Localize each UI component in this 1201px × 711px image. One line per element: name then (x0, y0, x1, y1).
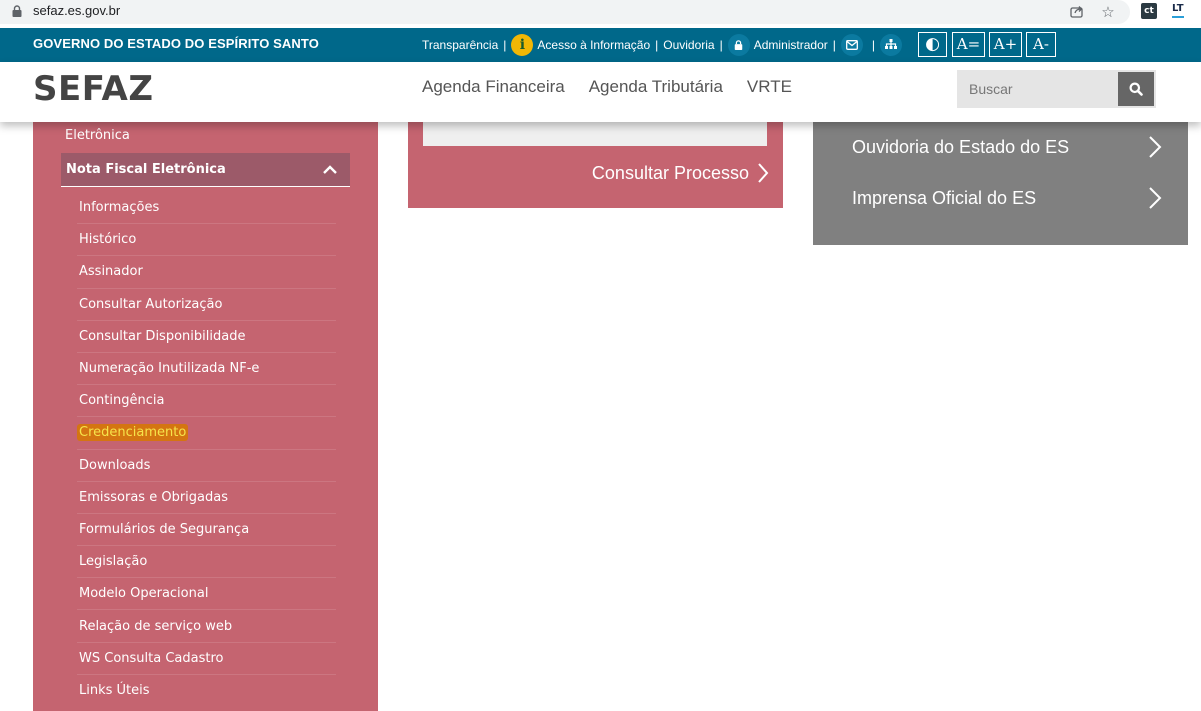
bookmark-star-icon[interactable]: ☆ (1099, 3, 1117, 21)
government-title: GOVERNO DO ESTADO DO ESPÍRITO SANTO (33, 36, 319, 51)
link-label: Ouvidoria do Estado do ES (852, 136, 1070, 157)
separator: | (503, 38, 507, 52)
sidebar-item-relacao-servico-web[interactable]: Relação de serviço web (77, 610, 336, 643)
nav-vrte[interactable]: VRTE (747, 77, 792, 97)
extension-lt-icon[interactable]: LT (1172, 2, 1184, 18)
extension-ct-icon[interactable]: ct (1141, 3, 1157, 19)
consultar-processo-label: Consultar Processo (591, 162, 749, 183)
sidebar-item-label: Legislação (79, 554, 148, 570)
chevron-up-icon[interactable] (322, 163, 338, 175)
sitemap-icon[interactable] (880, 34, 903, 56)
sidebar-item-label: Downloads (79, 457, 151, 473)
sidebar-item-informacoes[interactable]: Informações (77, 192, 336, 225)
sidebar-item-historico[interactable]: Histórico (77, 224, 336, 257)
font-reset-button[interactable]: A= (952, 32, 985, 57)
link-acesso-informacao[interactable]: Acesso à Informação (537, 38, 650, 52)
nav-agenda-financeira[interactable]: Agenda Financeira (422, 77, 565, 97)
site-logo[interactable]: SEFAZ (33, 69, 154, 109)
sidebar-item-credenciamento[interactable]: Credenciamento (77, 417, 336, 450)
sidebar-item-label: Emissoras e Obrigadas (79, 489, 228, 505)
sidebar-item-label: WS Consulta Cadastro (79, 650, 224, 666)
sidebar-item-emissoras-obrigadas[interactable]: Emissoras e Obrigadas (77, 482, 336, 514)
sidebar-items: Informações Histórico Assinador Consulta… (77, 192, 336, 707)
sidebar-item-label: Assinador (79, 264, 143, 280)
sidebar-menu: Eletrônica Nota Fiscal Eletrônica Inform… (33, 122, 378, 711)
chevron-right-icon (1149, 187, 1162, 209)
separator: | (832, 38, 836, 52)
search-icon (1129, 82, 1143, 96)
font-increase-button[interactable]: A+ (989, 32, 1022, 57)
link-imprensa-oficial[interactable]: Imprensa Oficial do ES (852, 186, 1162, 210)
process-number-input[interactable] (423, 122, 767, 146)
sidebar-item-label: Consultar Autorização (79, 296, 223, 312)
sidebar-item-contingencia[interactable]: Contingência (77, 385, 336, 418)
sidebar-item-modelo-operacional[interactable]: Modelo Operacional (77, 578, 336, 611)
sidebar-item-label: Histórico (79, 232, 137, 248)
consultar-processo-link[interactable]: Consultar Processo (592, 162, 769, 184)
site-header: SEFAZ Agenda Financeira Agenda Tributári… (0, 62, 1201, 122)
sidebar-item-label: Informações (79, 200, 160, 216)
share-icon[interactable] (1068, 3, 1086, 21)
contrast-button[interactable]: ◐ (918, 32, 947, 57)
sidebar-item-legislacao[interactable]: Legislação (77, 546, 336, 579)
sidebar-item-label: Formulários de Segurança (79, 521, 250, 537)
sidebar-parent-item[interactable]: Eletrônica (65, 128, 130, 143)
separator: | (871, 38, 876, 52)
sidebar-section-nfe[interactable]: Nota Fiscal Eletrônica (61, 153, 350, 187)
link-ouvidoria[interactable]: Ouvidoria (663, 38, 714, 52)
main-nav: Agenda Financeira Agenda Tributária VRTE (422, 77, 792, 97)
sidebar-item-ws-consulta-cadastro[interactable]: WS Consulta Cadastro (77, 643, 336, 675)
sidebar-item-links-uteis[interactable]: Links Úteis (77, 675, 336, 707)
chevron-right-icon (758, 163, 769, 183)
nav-agenda-tributaria[interactable]: Agenda Tributária (589, 77, 723, 97)
address-bar[interactable]: sefaz.es.gov.br (0, 0, 1130, 24)
sidebar-item-formularios-seguranca[interactable]: Formulários de Segurança (77, 514, 336, 547)
separator: | (719, 38, 723, 52)
link-label: Imprensa Oficial do ES (852, 187, 1037, 208)
sidebar-item-label: Modelo Operacional (79, 586, 209, 602)
sidebar-item-label: Consultar Disponibilidade (79, 328, 246, 344)
sidebar-item-assinador[interactable]: Assinador (77, 256, 336, 289)
sidebar-item-label: Relação de serviço web (79, 618, 233, 634)
browser-toolbar: sefaz.es.gov.br ☆ ct LT (0, 0, 1201, 28)
sidebar-item-label: Numeração Inutilizada NF-e (79, 361, 260, 377)
link-administrador[interactable]: Administrador (754, 38, 828, 52)
separator: | (655, 38, 659, 52)
sidebar-section-label: Nota Fiscal Eletrônica (66, 162, 226, 177)
chevron-right-icon (1149, 136, 1162, 158)
government-bar: GOVERNO DO ESTADO DO ESPÍRITO SANTO Tran… (0, 28, 1201, 62)
search-box (957, 70, 1156, 108)
sidebar-item-numeracao-inutilizada[interactable]: Numeração Inutilizada NF-e (77, 353, 336, 386)
sidebar-item-downloads[interactable]: Downloads (77, 450, 336, 482)
sidebar-item-label: Links Úteis (79, 683, 150, 699)
consultar-processo-card: Consultar Processo (408, 122, 783, 208)
sidebar-item-label: Contingência (79, 393, 165, 409)
url-text[interactable]: sefaz.es.gov.br (33, 3, 120, 18)
search-button[interactable] (1118, 72, 1154, 106)
sidebar-item-consultar-autorizacao[interactable]: Consultar Autorização (77, 289, 336, 321)
search-input[interactable] (957, 70, 1117, 108)
mail-icon[interactable] (840, 34, 863, 56)
sidebar-item-consultar-disponibilidade[interactable]: Consultar Disponibilidade (77, 321, 336, 353)
lock-icon (727, 34, 750, 56)
info-icon: i (511, 34, 534, 56)
link-ouvidoria-estado[interactable]: Ouvidoria do Estado do ES (852, 135, 1162, 159)
link-transparencia[interactable]: Transparência (422, 38, 498, 52)
sidebar-item-label-highlighted: Credenciamento (77, 424, 189, 442)
external-links-card: Ouvidoria do Estado do ES Imprensa Ofici… (813, 122, 1188, 245)
lock-icon (12, 5, 22, 17)
government-links: Transparência | i Acesso à Informação | … (422, 28, 906, 62)
font-decrease-button[interactable]: A- (1026, 32, 1056, 57)
